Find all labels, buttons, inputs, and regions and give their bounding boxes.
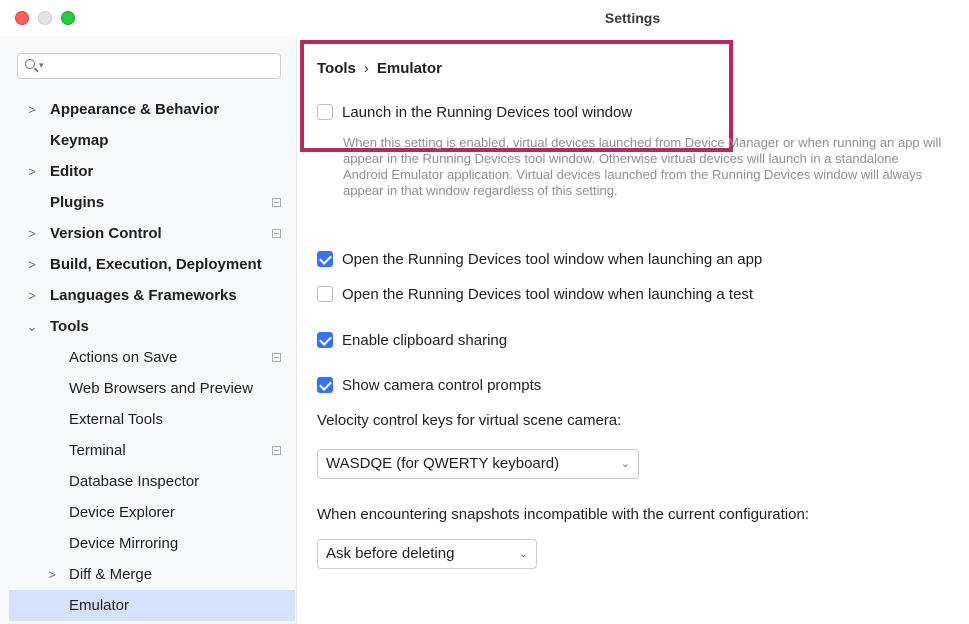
sidebar-item-build-execution-deployment[interactable]: > Build, Execution, Deployment [9, 249, 295, 280]
sidebar-item-label: Web Browsers and Preview [69, 380, 253, 397]
sidebar-item-device-mirroring[interactable]: Device Mirroring [9, 528, 295, 559]
project-level-icon [272, 229, 281, 238]
sidebar-item-label: Appearance & Behavior [50, 101, 220, 118]
sidebar-item-keymap[interactable]: Keymap [9, 125, 295, 156]
sidebar-item-editor[interactable]: > Editor [9, 156, 295, 187]
velocity-keys-select[interactable]: WASDQE (for QWERTY keyboard) ⌄ [317, 449, 639, 479]
chevron-right-icon[interactable]: > [25, 218, 39, 249]
sidebar-item-label: Keymap [50, 132, 109, 149]
snapshots-select[interactable]: Ask before deleting ⌄ [317, 539, 537, 569]
sidebar-item-external-tools[interactable]: External Tools [9, 404, 295, 435]
sidebar-item-label: Languages & Frameworks [50, 287, 237, 304]
checkbox-checked[interactable] [317, 377, 333, 393]
sidebar-item-label: Device Explorer [69, 504, 175, 521]
open-when-launching-test-checkbox[interactable]: Open the Running Devices tool window whe… [317, 286, 753, 303]
sidebar-item-web-browsers-preview[interactable]: Web Browsers and Preview [9, 373, 295, 404]
clipboard-sharing-checkbox[interactable]: Enable clipboard sharing [317, 332, 507, 349]
chevron-right-icon[interactable]: > [45, 559, 59, 590]
chevron-right-icon[interactable]: > [25, 249, 39, 280]
settings-search-input[interactable]: ▾ [17, 53, 281, 79]
zoom-window-button[interactable] [61, 11, 75, 25]
title-bar: Settings [0, 0, 969, 36]
sidebar-item-actions-on-save[interactable]: Actions on Save [9, 342, 295, 373]
project-level-icon [272, 353, 281, 362]
close-window-button[interactable] [15, 11, 29, 25]
sidebar-item-label: Diff & Merge [69, 566, 153, 583]
search-options-caret-icon[interactable]: ▾ [39, 60, 44, 71]
checkbox-label: Show camera control prompts [342, 377, 542, 394]
checkbox-unchecked[interactable] [317, 286, 333, 302]
camera-prompts-checkbox[interactable]: Show camera control prompts [317, 377, 541, 394]
sidebar-item-terminal[interactable]: Terminal [9, 435, 295, 466]
chevron-right-icon[interactable]: > [25, 156, 39, 187]
project-level-icon [272, 198, 281, 207]
checkbox-checked[interactable] [317, 332, 333, 348]
sidebar-item-label: Tools [50, 318, 89, 335]
chevron-right-icon[interactable]: > [25, 94, 39, 125]
checkbox-unchecked[interactable] [317, 104, 333, 120]
open-when-launching-app-checkbox[interactable]: Open the Running Devices tool window whe… [317, 251, 762, 268]
sidebar-item-label: Build, Execution, Deployment [50, 256, 262, 273]
sidebar-item-label: Database Inspector [69, 473, 200, 490]
velocity-keys-label: Velocity control keys for virtual scene … [317, 412, 622, 429]
sidebar-item-label: Editor [50, 163, 94, 180]
checkbox-checked[interactable] [317, 251, 333, 267]
window-title: Settings [604, 10, 661, 26]
sidebar-item-diff-merge[interactable]: > Diff & Merge [9, 559, 295, 590]
sidebar-item-label: Actions on Save [69, 349, 178, 366]
settings-content: Tools › Emulator Launch in the Running Dev… [297, 36, 969, 624]
launch-in-running-devices-checkbox[interactable]: Launch in the Running Devices tool windo… [317, 104, 632, 121]
sidebar-item-label: Device Mirroring [69, 535, 179, 552]
sidebar-item-label: Version Control [50, 225, 162, 242]
select-value: Ask before deleting [326, 545, 455, 562]
chevron-down-icon: ⌄ [518, 548, 528, 560]
settings-sidebar: ▾ > Appearance & Behavior Keymap > Edito… [0, 36, 297, 624]
minimize-window-button[interactable] [38, 11, 52, 25]
select-value: WASDQE (for QWERTY keyboard) [326, 455, 560, 472]
search-icon [25, 59, 35, 69]
chevron-down-icon[interactable]: ⌄ [25, 311, 39, 342]
sidebar-item-version-control[interactable]: > Version Control [9, 218, 295, 249]
sidebar-item-plugins[interactable]: Plugins [9, 187, 295, 218]
settings-window: Settings ▾ > Appearance & Behavior Keyma… [0, 0, 969, 624]
sidebar-item-languages-frameworks[interactable]: > Languages & Frameworks [9, 280, 295, 311]
sidebar-item-label: Terminal [69, 442, 126, 459]
sidebar-item-appearance-behavior[interactable]: > Appearance & Behavior [9, 94, 295, 125]
project-level-icon [272, 446, 281, 455]
checkbox-label: Open the Running Devices tool window whe… [342, 286, 754, 303]
checkbox-label: Open the Running Devices tool window whe… [342, 251, 763, 268]
launch-setting-description: When this setting is enabled, virtual de… [343, 135, 942, 198]
sidebar-item-database-inspector[interactable]: Database Inspector [9, 466, 295, 497]
sidebar-item-device-explorer[interactable]: Device Explorer [9, 497, 295, 528]
chevron-right-icon[interactable]: > [25, 280, 39, 311]
sidebar-item-label: Emulator [69, 597, 130, 614]
sidebar-item-label: External Tools [69, 411, 163, 428]
checkbox-label: Launch in the Running Devices tool windo… [342, 104, 633, 121]
sidebar-item-tools[interactable]: ⌄ Tools [9, 311, 295, 342]
settings-tree: > Appearance & Behavior Keymap > Editor … [9, 94, 295, 621]
sidebar-item-emulator[interactable]: Emulator [9, 590, 295, 621]
sidebar-item-label: Plugins [50, 194, 105, 211]
checkbox-label: Enable clipboard sharing [342, 332, 508, 349]
chevron-down-icon: ⌄ [620, 458, 630, 470]
snapshots-label: When encountering snapshots incompatible… [317, 506, 809, 523]
